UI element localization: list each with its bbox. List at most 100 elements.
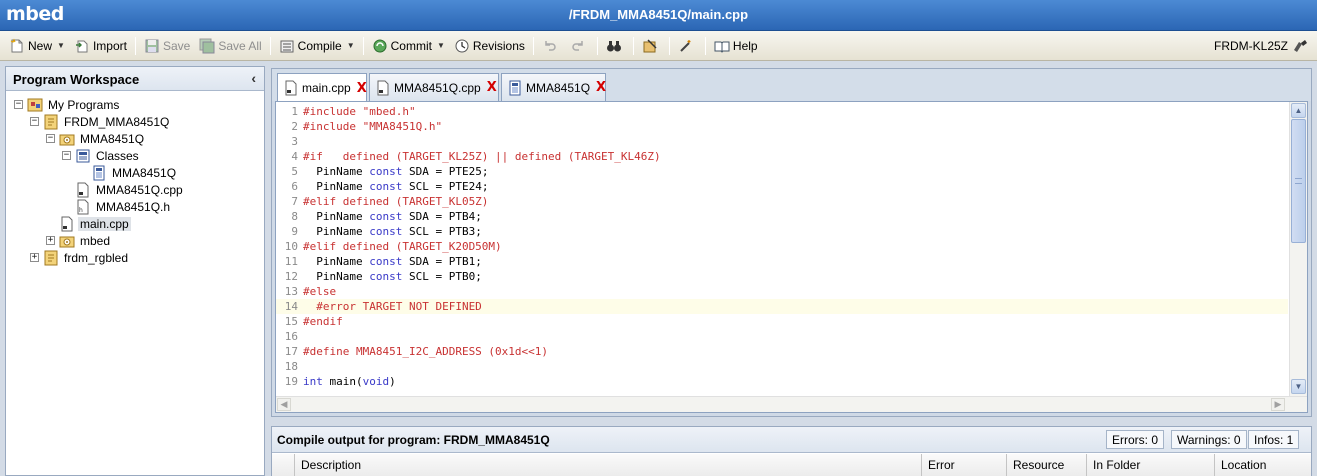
collapse-node-icon[interactable]: −: [62, 151, 71, 160]
code-line[interactable]: 7 #elif defined (TARGET_KL05Z): [276, 194, 1288, 209]
compile-output-columns: Description Error Resource In Folder Loc…: [272, 454, 1311, 476]
collapse-node-icon[interactable]: −: [14, 100, 23, 109]
tree-node-label[interactable]: MMA8451Q.h: [94, 200, 172, 214]
compile-dropdown-icon[interactable]: ▼: [347, 41, 355, 50]
redo-button[interactable]: [567, 35, 592, 57]
line-number: 8: [291, 210, 298, 223]
code-line[interactable]: 10 #elif defined (TARGET_K20D50M): [276, 239, 1288, 254]
code-line[interactable]: 18: [276, 359, 1288, 374]
tree-node[interactable]: + mbed: [6, 232, 264, 249]
close-tab-icon[interactable]: X: [596, 80, 606, 95]
tree-node[interactable]: − Classes: [6, 147, 264, 164]
revisions-button[interactable]: Revisions: [451, 35, 528, 57]
horizontal-scrollbar[interactable]: ◀ ▶: [276, 396, 1307, 412]
code-lines[interactable]: 1 #include "mbed.h" 2 #include "MMA8451Q.h"…: [276, 104, 1288, 389]
code-line[interactable]: 11 PinName const SDA = PTB1;: [276, 254, 1288, 269]
code-line[interactable]: 2 #include "MMA8451Q.h": [276, 119, 1288, 134]
code-token: PinName: [303, 270, 370, 283]
tree-node-label[interactable]: MMA8451Q: [78, 132, 146, 146]
find-button[interactable]: [603, 35, 628, 57]
scroll-left-button[interactable]: ◀: [277, 398, 291, 411]
collapse-node-icon[interactable]: −: [46, 134, 55, 143]
line-number: 14: [284, 300, 298, 313]
program-icon: [43, 114, 59, 130]
help-button[interactable]: Help: [711, 35, 761, 57]
tree-node-label[interactable]: frdm_rgbled: [62, 251, 130, 265]
code-token: #endif: [303, 315, 343, 328]
vertical-scrollbar[interactable]: ▲ ▼: [1289, 102, 1307, 396]
code-token: PinName: [303, 210, 370, 223]
save-all-button[interactable]: Save All: [196, 35, 264, 57]
code-line[interactable]: 5 PinName const SDA = PTE25;: [276, 164, 1288, 179]
code-area[interactable]: 1 #include "mbed.h" 2 #include "MMA8451Q.h"…: [275, 101, 1308, 413]
target-selector[interactable]: FRDM-KL25Z: [1214, 31, 1311, 60]
code-token: #elif defined (TARGET_KL05Z): [303, 195, 489, 208]
tree-node[interactable]: main.cpp: [6, 215, 264, 232]
expand-node-icon[interactable]: +: [46, 236, 55, 245]
code-line[interactable]: 1 #include "mbed.h": [276, 104, 1288, 119]
tree-node-label[interactable]: FRDM_MMA8451Q: [62, 115, 171, 129]
code-line[interactable]: 4 #if defined (TARGET_KL25Z) || defined (…: [276, 149, 1288, 164]
undo-button[interactable]: [539, 35, 564, 57]
warnings-filter-button[interactable]: Warnings: 0: [1171, 430, 1247, 449]
column-description[interactable]: Description: [294, 454, 361, 476]
code-line[interactable]: 6 PinName const SCL = PTE24;: [276, 179, 1288, 194]
tree-node[interactable]: − My Programs: [6, 96, 264, 113]
tree-node[interactable]: + frdm_rgbled: [6, 249, 264, 266]
scroll-right-button[interactable]: ▶: [1271, 398, 1285, 411]
close-tab-icon[interactable]: X: [357, 81, 367, 96]
code-line[interactable]: 13 #else: [276, 284, 1288, 299]
code-token: const: [369, 180, 403, 193]
close-tab-icon[interactable]: X: [487, 80, 497, 95]
expand-node-icon[interactable]: +: [30, 253, 39, 262]
code-line[interactable]: 14 #error TARGET NOT DEFINED: [276, 299, 1288, 314]
errors-filter-button[interactable]: Errors: 0: [1106, 430, 1165, 449]
preferences-button[interactable]: [675, 35, 700, 57]
binoculars-icon: [606, 38, 622, 54]
code-line[interactable]: 9 PinName const SCL = PTB3;: [276, 224, 1288, 239]
format-button[interactable]: [639, 35, 664, 57]
editor-tab[interactable]: MMA8451Q X: [501, 73, 606, 101]
tree-node-label[interactable]: mbed: [78, 234, 112, 248]
code-token: int: [303, 375, 323, 388]
tree-node[interactable]: h MMA8451Q.h: [6, 198, 264, 215]
code-line[interactable]: 16: [276, 329, 1288, 344]
code-line[interactable]: 19 int main(void): [276, 374, 1288, 389]
code-line[interactable]: 8 PinName const SDA = PTB4;: [276, 209, 1288, 224]
collapse-node-icon[interactable]: −: [30, 117, 39, 126]
tab-label: MMA8451Q.cpp: [394, 80, 481, 95]
tree-node[interactable]: MMA8451Q: [6, 164, 264, 181]
tree-node-label[interactable]: main.cpp: [78, 216, 131, 231]
code-line[interactable]: 15 #endif: [276, 314, 1288, 329]
tree-node-label[interactable]: MMA8451Q.cpp: [94, 183, 185, 197]
commit-dropdown-icon[interactable]: ▼: [437, 41, 445, 50]
code-line[interactable]: 3: [276, 134, 1288, 149]
editor-tab[interactable]: main.cpp X: [277, 73, 367, 102]
tree-node-label[interactable]: My Programs: [46, 98, 121, 112]
new-button[interactable]: New ▼: [6, 35, 68, 57]
editor-tab[interactable]: MMA8451Q.cpp X: [369, 73, 499, 101]
commit-button[interactable]: Commit ▼: [369, 35, 448, 57]
tree-node[interactable]: − FRDM_MMA8451Q: [6, 113, 264, 130]
tree-node[interactable]: − MMA8451Q: [6, 130, 264, 147]
infos-filter-button[interactable]: Infos: 1: [1248, 430, 1300, 449]
tree-node-label[interactable]: Classes: [94, 149, 141, 163]
import-button[interactable]: Import: [71, 35, 130, 57]
code-line[interactable]: 17 #define MMA8451_I2C_ADDRESS (0x1d<<1): [276, 344, 1288, 359]
tree-node-label[interactable]: MMA8451Q: [110, 166, 178, 180]
tree-node[interactable]: MMA8451Q.cpp: [6, 181, 264, 198]
scroll-thumb[interactable]: [1291, 119, 1306, 243]
scroll-up-button[interactable]: ▲: [1291, 103, 1306, 118]
save-button[interactable]: Save: [141, 35, 193, 57]
scroll-down-button[interactable]: ▼: [1291, 379, 1306, 394]
code-token: #error TARGET NOT DEFINED: [303, 300, 482, 313]
new-dropdown-icon[interactable]: ▼: [57, 41, 65, 50]
column-resource[interactable]: Resource: [1006, 454, 1064, 476]
class-icon: [91, 165, 107, 181]
compile-button[interactable]: Compile ▼: [276, 35, 358, 57]
column-in-folder[interactable]: In Folder: [1086, 454, 1140, 476]
column-error[interactable]: Error: [921, 454, 955, 476]
column-location[interactable]: Location: [1214, 454, 1266, 476]
collapse-panel-icon[interactable]: ‹: [251, 70, 256, 86]
code-line[interactable]: 12 PinName const SCL = PTB0;: [276, 269, 1288, 284]
